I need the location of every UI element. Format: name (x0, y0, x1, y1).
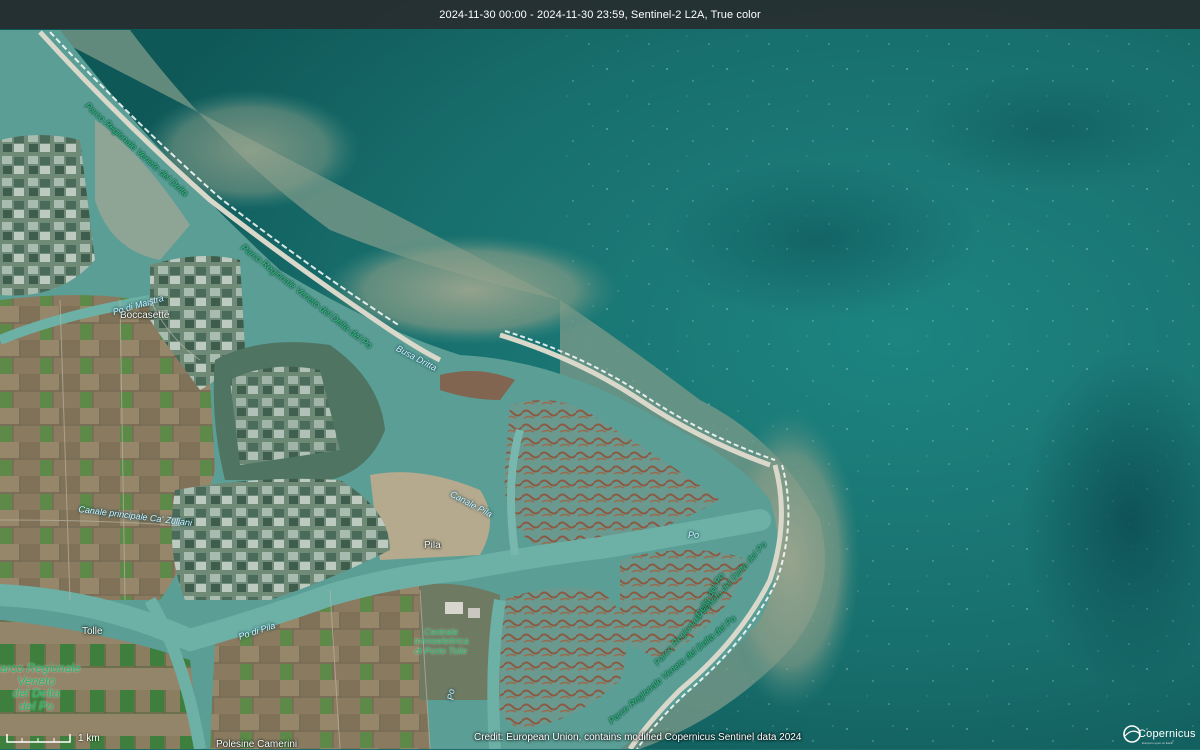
plant-building-1 (445, 602, 463, 614)
copernicus-logo[interactable]: Copernicus Europe's eyes on Earth (1120, 721, 1195, 747)
header-title: 2024-11-30 00:00 - 2024-11-30 23:59, Sen… (439, 8, 761, 21)
attribution-credit: Credit: European Union, contains modifie… (474, 732, 802, 743)
plant-building-2 (468, 608, 480, 618)
water-label-po: Po (688, 530, 700, 540)
park-label-corner: Parco Regionale Veneto del Delta del Po (0, 661, 81, 713)
copernicus-logo-text: Copernicus (1138, 728, 1196, 740)
sea-eddy-3 (910, 70, 1190, 190)
satellite-map[interactable] (0, 0, 1200, 749)
water-label-po-south: Po (445, 688, 457, 701)
place-label-pila: Pila (424, 540, 441, 551)
copernicus-logo-sub: Europe's eyes on Earth (1142, 741, 1174, 745)
poi-label-centrale: Centrale termoelettrica di Porto Tolle (414, 627, 469, 656)
place-label-tolle: Tolle (82, 626, 103, 637)
scale-label: 1 km (78, 733, 100, 744)
sea-eddy-2 (660, 160, 980, 320)
canal-branch-south (487, 599, 506, 749)
pond-area-north (0, 135, 95, 296)
header-bar: 2024-11-30 00:00 - 2024-11-30 23:59, Sen… (0, 0, 1200, 29)
